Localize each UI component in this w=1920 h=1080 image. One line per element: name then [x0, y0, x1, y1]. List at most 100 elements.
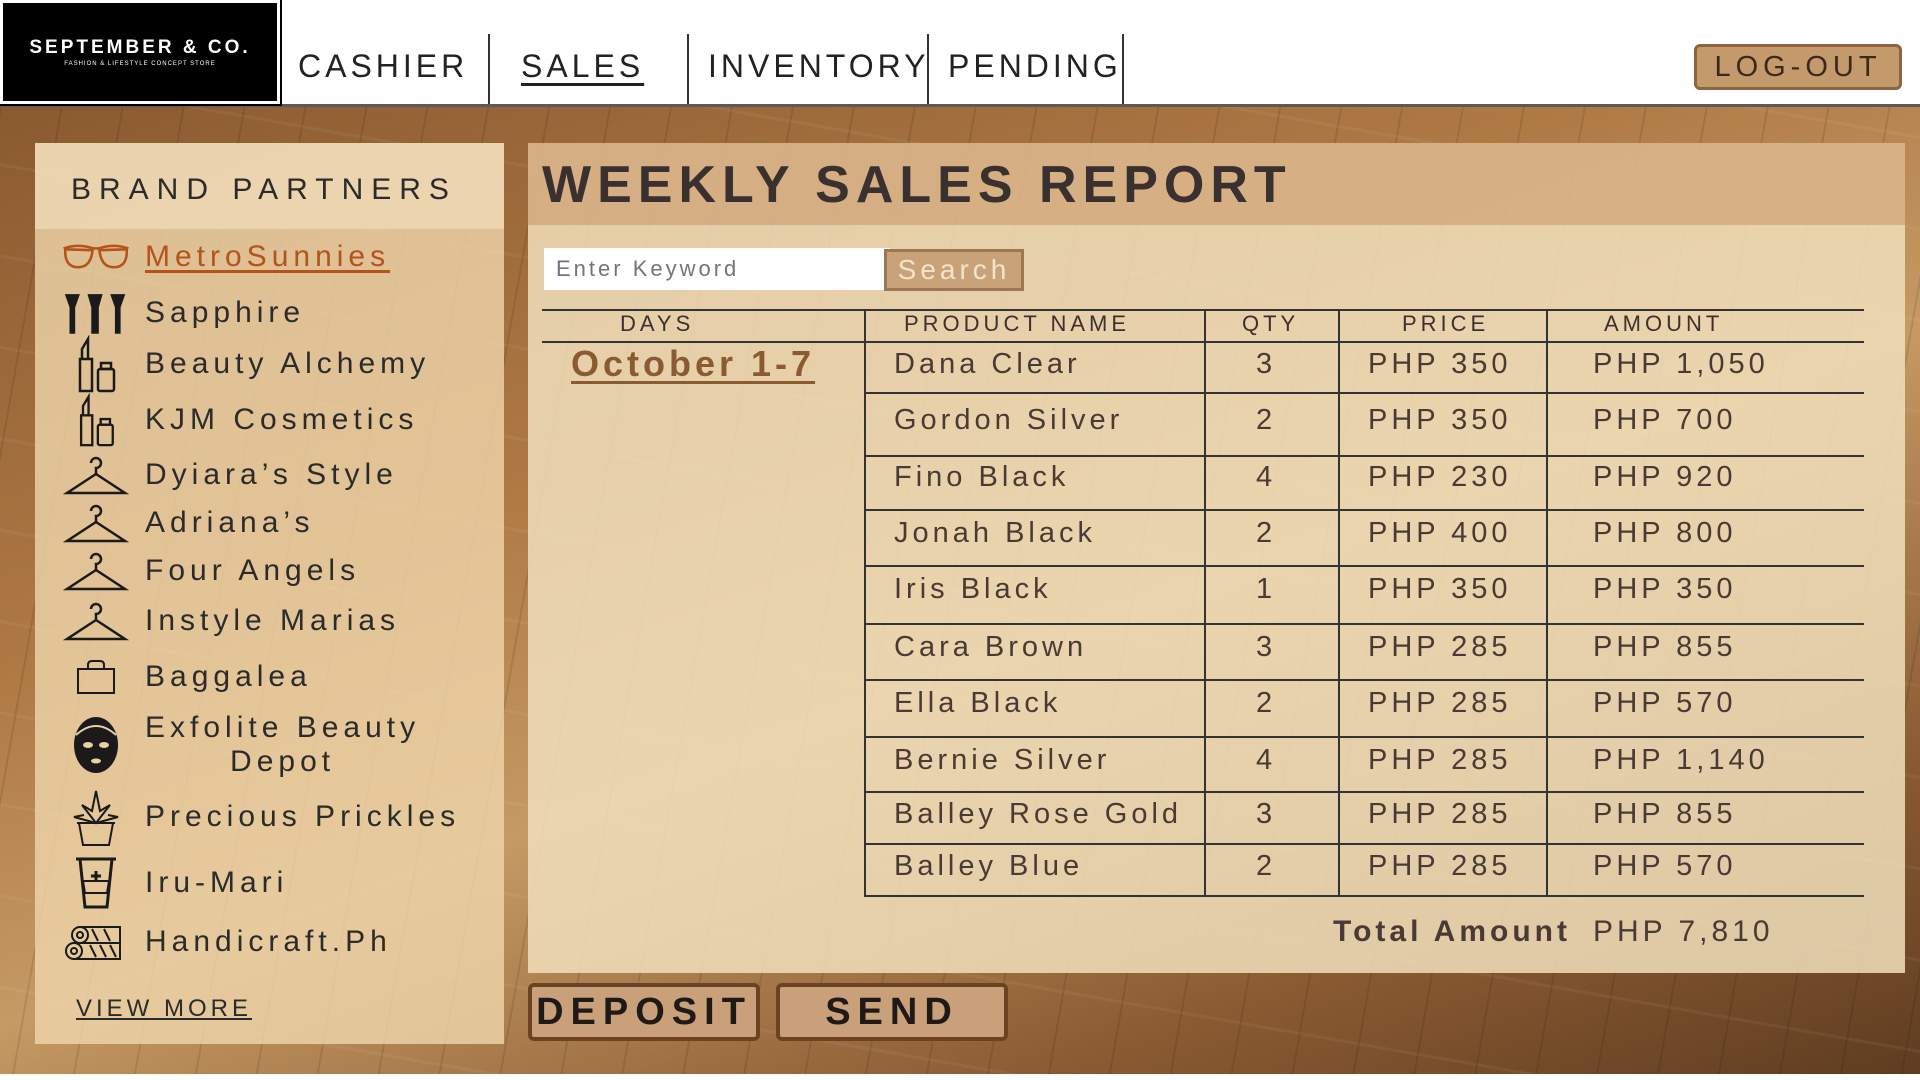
- cup-icon: [61, 855, 131, 911]
- brand-item-precious-prickles[interactable]: Precious Prickles: [61, 787, 460, 847]
- search-button[interactable]: Search: [884, 249, 1024, 291]
- brand-item-label: Iru-Mari: [145, 866, 289, 899]
- sunglasses-icon: [61, 237, 131, 277]
- brand-item-iru-mari[interactable]: Iru-Mari: [61, 855, 288, 911]
- bag-icon: [61, 659, 131, 695]
- cell-qty: 2: [1256, 517, 1277, 549]
- cell-product: Jonah Black: [894, 517, 1096, 549]
- brand-item-label: Four Angels: [145, 554, 361, 587]
- store-logo-name: SEPTEMBER & CO.: [29, 37, 251, 58]
- cell-price: PHP 230: [1368, 461, 1512, 493]
- brand-item-label: Dyiara’s Style: [145, 458, 398, 491]
- brand-item-label: Adriana’s: [145, 506, 315, 539]
- weekly-sales-report-panel: WEEKLY SALES REPORT Search DAYS PRODUCT …: [528, 143, 1905, 973]
- cell-product: Iris Black: [894, 573, 1052, 605]
- cell-product: Dana Clear: [894, 348, 1081, 380]
- view-more-link[interactable]: VIEW MORE: [76, 995, 252, 1023]
- brand-item-handicraft-ph[interactable]: Handicraft.Ph: [61, 921, 392, 963]
- row-divider: [864, 679, 1864, 681]
- brand-item-label: Instyle Marias: [145, 604, 401, 637]
- cosmetics-icon: [61, 335, 131, 393]
- brand-item-sapphire[interactable]: Sapphire: [61, 289, 305, 337]
- brand-item-exfolite-beauty-depot[interactable]: Exfolite Beauty Depot: [61, 711, 420, 779]
- fabric-rolls-icon: [61, 921, 131, 963]
- top-nav-bar: SEPTEMBER & CO. FASHION & LIFESTYLE CONC…: [0, 0, 1920, 107]
- face-mask-icon: [61, 711, 131, 775]
- cell-price: PHP 285: [1368, 798, 1512, 830]
- table-column-divider: [1204, 311, 1206, 896]
- table-top-border: [542, 309, 1864, 311]
- row-divider: [864, 736, 1864, 738]
- report-header: WEEKLY SALES REPORT: [528, 143, 1905, 225]
- brand-item-label: Beauty Alchemy: [145, 347, 431, 380]
- brand-item-label: Handicraft.Ph: [145, 925, 392, 958]
- brand-partners-title: BRAND PARTNERS: [71, 173, 457, 206]
- cell-amount: PHP 855: [1593, 631, 1737, 663]
- nav-tab-cashier[interactable]: CASHIER: [298, 34, 468, 104]
- plant-icon: [61, 787, 131, 847]
- cell-amount: PHP 855: [1593, 798, 1737, 830]
- brand-item-label: MetroSunnies: [145, 240, 391, 273]
- column-header-product-name: PRODUCT NAME: [904, 311, 1131, 336]
- brand-item-baggalea[interactable]: Baggalea: [61, 659, 312, 695]
- hanger-icon: [61, 599, 131, 643]
- cell-price: PHP 350: [1368, 348, 1512, 380]
- logout-button[interactable]: LOG-OUT: [1694, 44, 1902, 90]
- cell-qty: 2: [1256, 404, 1277, 436]
- search-input[interactable]: [544, 248, 890, 290]
- cell-qty: 3: [1256, 798, 1277, 830]
- cell-amount: PHP 1,050: [1593, 348, 1769, 380]
- cell-amount: PHP 1,140: [1593, 744, 1769, 776]
- brand-partners-panel: BRAND PARTNERS MetroSunnies Sapphire Bea…: [35, 143, 504, 1044]
- column-header-amount: AMOUNT: [1604, 311, 1724, 336]
- nav-divider: [927, 34, 929, 104]
- report-title: WEEKLY SALES REPORT: [542, 156, 1292, 214]
- cell-product: Cara Brown: [894, 631, 1088, 663]
- send-button[interactable]: SEND: [776, 983, 1008, 1041]
- bottom-border: [0, 1074, 1920, 1080]
- total-amount-value: PHP 7,810: [1593, 915, 1774, 948]
- cell-qty: 3: [1256, 348, 1277, 380]
- makeup-brushes-icon: [61, 289, 131, 337]
- cell-product: Bernie Silver: [894, 744, 1111, 776]
- brand-item-metrosunnies[interactable]: MetroSunnies: [61, 237, 390, 277]
- cell-product: Fino Black: [894, 461, 1070, 493]
- row-divider: [864, 791, 1864, 793]
- cell-price: PHP 285: [1368, 631, 1512, 663]
- nav-tab-inventory[interactable]: INVENTORY: [708, 34, 930, 104]
- cell-price: PHP 400: [1368, 517, 1512, 549]
- cell-price: PHP 285: [1368, 850, 1512, 882]
- row-divider: [864, 623, 1864, 625]
- nav-tab-pending[interactable]: PENDING: [948, 34, 1122, 104]
- row-divider: [864, 895, 1864, 897]
- brand-item-instyle-marias[interactable]: Instyle Marias: [61, 599, 400, 643]
- brand-item-label-group: Exfolite Beauty Depot: [131, 711, 420, 779]
- nav-divider: [488, 34, 490, 104]
- brand-partners-header: BRAND PARTNERS: [35, 143, 504, 229]
- brand-item-kjm-cosmetics[interactable]: KJM Cosmetics: [61, 393, 418, 447]
- cell-amount: PHP 800: [1593, 517, 1737, 549]
- row-divider: [864, 509, 1864, 511]
- days-period-link[interactable]: October 1-7: [571, 343, 815, 385]
- brand-item-adrianas[interactable]: Adriana’s: [61, 501, 315, 545]
- deposit-button[interactable]: DEPOSIT: [528, 983, 760, 1041]
- row-divider: [864, 392, 1864, 394]
- cell-product: Balley Blue: [894, 850, 1084, 882]
- nav-tab-sales[interactable]: SALES: [521, 34, 644, 104]
- brand-item-label-line2: Depot: [230, 745, 336, 778]
- cell-product: Ella Black: [894, 687, 1062, 719]
- brand-item-four-angels[interactable]: Four Angels: [61, 549, 360, 593]
- cell-price: PHP 285: [1368, 687, 1512, 719]
- brand-item-beauty-alchemy[interactable]: Beauty Alchemy: [61, 335, 430, 393]
- cell-product: Gordon Silver: [894, 404, 1124, 436]
- cell-amount: PHP 350: [1593, 573, 1737, 605]
- cell-price: PHP 350: [1368, 573, 1512, 605]
- row-divider: [864, 455, 1864, 457]
- cell-price: PHP 350: [1368, 404, 1512, 436]
- brand-item-label: Exfolite Beauty: [145, 711, 421, 744]
- brand-item-dyiaras-style[interactable]: Dyiara’s Style: [61, 453, 398, 497]
- hanger-icon: [61, 453, 131, 497]
- cell-amount: PHP 570: [1593, 850, 1737, 882]
- cell-amount: PHP 920: [1593, 461, 1737, 493]
- table-column-divider: [1338, 311, 1340, 896]
